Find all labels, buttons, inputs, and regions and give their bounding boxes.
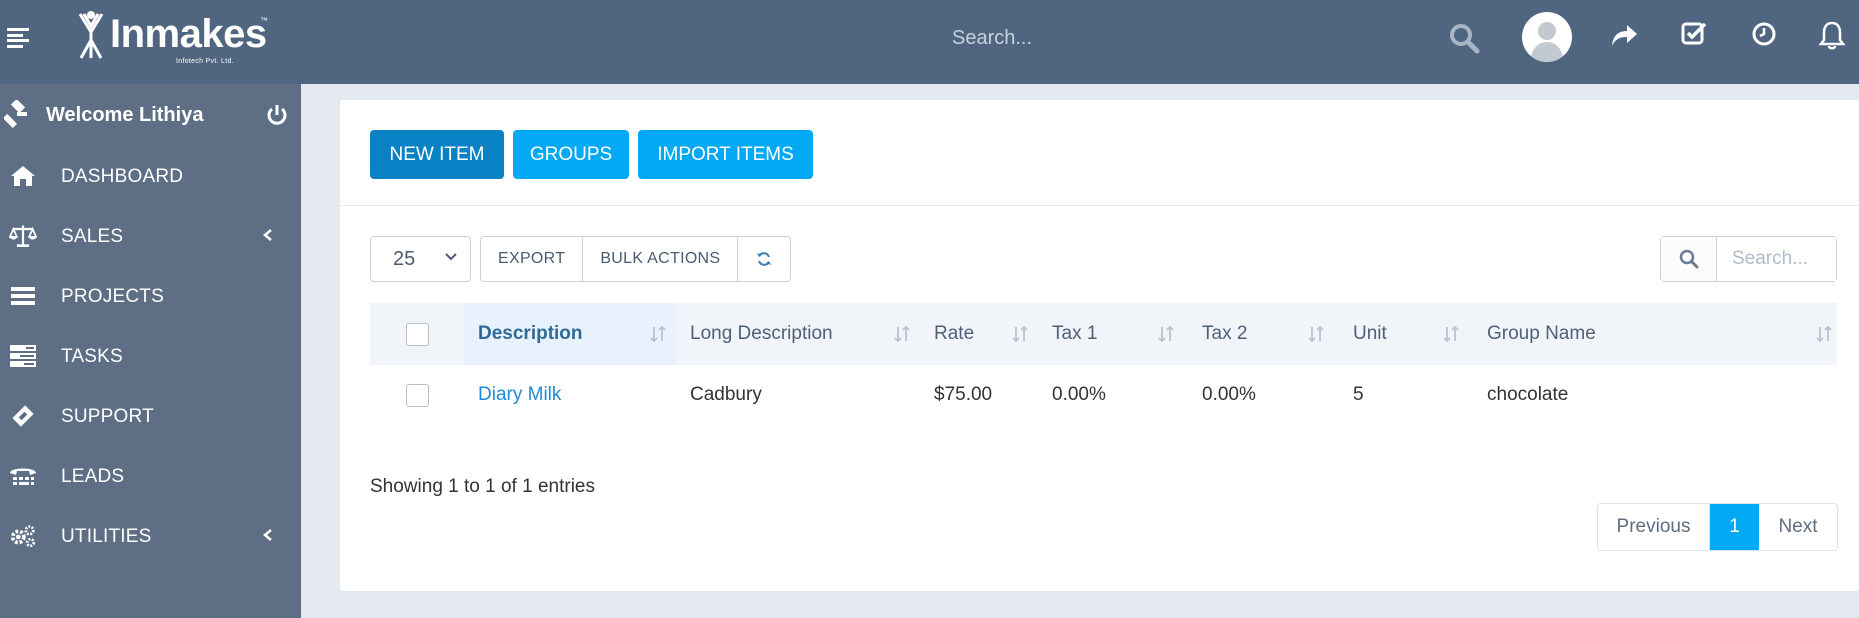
ticket-icon — [9, 404, 37, 428]
column-label: Unit — [1353, 323, 1387, 344]
import-items-button[interactable]: IMPORT ITEMS — [638, 130, 813, 179]
cell-rate: $75.00 — [934, 384, 993, 405]
logo-text: Inmakes — [110, 12, 267, 56]
cell-long-description: Cadbury — [690, 384, 762, 405]
logo[interactable]: Inmakes ™ Infotech Pvt. Ltd. — [76, 8, 276, 68]
column-label: Tax 2 — [1202, 323, 1248, 344]
sort-icon — [1012, 325, 1028, 343]
logo-trademark: ™ — [260, 16, 268, 25]
pagination-previous[interactable]: Previous — [1598, 504, 1710, 550]
sidebar-item-label: LEADS — [61, 466, 125, 487]
sidebar: Welcome Lithiya DASHBOARD SALES PROJECTS… — [0, 84, 301, 618]
sidebar-welcome: Welcome Lithiya — [0, 84, 301, 146]
sidebar-item-leads[interactable]: LEADS — [0, 446, 301, 506]
welcome-text: Welcome Lithiya — [46, 104, 204, 126]
cell-tax-1: 0.00% — [1052, 384, 1106, 405]
table-search-input[interactable] — [1717, 237, 1836, 281]
column-label: Long Description — [690, 323, 833, 344]
sort-icon — [1308, 325, 1324, 343]
sort-icon — [1443, 325, 1459, 343]
sidebar-item-label: PROJECTS — [61, 286, 164, 307]
logo-subtitle: Infotech Pvt. Ltd. — [176, 58, 234, 65]
column-rate[interactable]: Rate — [920, 303, 1038, 365]
menu-icon[interactable] — [7, 28, 29, 48]
groups-button[interactable]: GROUPS — [513, 130, 629, 179]
page-size-value: 25 — [393, 247, 416, 270]
column-tax-1[interactable]: Tax 1 — [1038, 303, 1188, 365]
tty-icon — [9, 464, 37, 488]
sidebar-item-label: SUPPORT — [61, 406, 154, 427]
chevron-down-icon — [445, 253, 457, 261]
column-label: Description — [478, 323, 583, 344]
sort-icon — [1816, 325, 1832, 343]
balance-scale-icon — [9, 224, 37, 248]
avatar[interactable] — [1522, 12, 1572, 62]
sidebar-item-sales[interactable]: SALES — [0, 206, 301, 266]
cell-tax-2: 0.00% — [1202, 384, 1256, 405]
table-row: Diary Milk Cadbury $75.00 0.00% 0.00% 5 … — [370, 365, 1837, 425]
sidebar-item-label: SALES — [61, 226, 124, 247]
tasks-icon — [9, 344, 37, 368]
sidebar-item-projects[interactable]: PROJECTS — [0, 266, 301, 326]
power-icon[interactable] — [266, 104, 288, 131]
chevron-left-icon — [262, 228, 274, 247]
sidebar-item-dashboard[interactable]: DASHBOARD — [0, 146, 301, 206]
checklist-icon[interactable] — [1680, 20, 1708, 48]
table-header: Description Long Description Rate Tax 1 … — [370, 303, 1837, 365]
bulk-actions-button[interactable]: BULK ACTIONS — [583, 237, 739, 281]
page-size-select[interactable]: 25 — [370, 236, 471, 282]
table-actions-group: EXPORT BULK ACTIONS — [480, 236, 792, 282]
cell-unit: 5 — [1353, 384, 1364, 405]
column-label: Tax 1 — [1052, 323, 1098, 344]
refresh-icon — [757, 252, 772, 266]
clock-icon[interactable] — [1750, 20, 1778, 48]
action-buttons: NEW ITEM GROUPS IMPORT ITEMS — [370, 130, 813, 179]
divider — [340, 205, 1859, 206]
sort-icon — [894, 325, 910, 343]
new-item-button[interactable]: NEW ITEM — [370, 130, 504, 179]
pagination-page-1[interactable]: 1 — [1710, 504, 1759, 550]
column-tax-2[interactable]: Tax 2 — [1188, 303, 1339, 365]
row-select-cell — [370, 365, 464, 425]
select-all-checkbox[interactable] — [405, 322, 429, 346]
row-checkbox[interactable] — [405, 383, 429, 407]
cell-group-name: chocolate — [1487, 384, 1569, 405]
column-description[interactable]: Description — [464, 303, 676, 365]
logo-mark-icon — [78, 11, 104, 59]
search-icon[interactable] — [1661, 237, 1717, 281]
column-label: Rate — [934, 323, 975, 344]
sidebar-item-label: DASHBOARD — [61, 166, 184, 187]
column-label: Group Name — [1487, 323, 1596, 344]
column-unit[interactable]: Unit — [1339, 303, 1473, 365]
export-button[interactable]: EXPORT — [481, 237, 584, 281]
home-icon — [9, 164, 37, 188]
cogs-icon — [9, 524, 37, 548]
pagination: Previous 1 Next — [1597, 503, 1838, 551]
user-silhouette-icon — [1530, 22, 1564, 62]
chevron-left-icon — [262, 528, 274, 547]
table-info: Showing 1 to 1 of 1 entries — [370, 476, 595, 497]
bars-icon — [9, 284, 37, 308]
search-icon[interactable] — [1448, 22, 1480, 54]
sort-icon — [650, 325, 666, 343]
sidebar-item-label: TASKS — [61, 346, 123, 367]
sidebar-item-label: UTILITIES — [61, 526, 152, 547]
top-header: Inmakes ™ Infotech Pvt. Ltd. — [0, 0, 1859, 84]
column-long-description[interactable]: Long Description — [676, 303, 920, 365]
header-search-input[interactable] — [952, 24, 1372, 52]
pagination-next[interactable]: Next — [1759, 504, 1837, 550]
sort-icon — [1158, 325, 1174, 343]
sidebar-item-support[interactable]: SUPPORT — [0, 386, 301, 446]
refresh-button[interactable] — [738, 237, 791, 281]
sidebar-item-tasks[interactable]: TASKS — [0, 326, 301, 386]
select-all-cell — [370, 303, 464, 365]
table-search — [1660, 236, 1837, 282]
share-icon[interactable] — [1609, 20, 1639, 50]
gavel-icon — [2, 98, 32, 133]
bell-icon[interactable] — [1818, 20, 1846, 50]
sidebar-item-utilities[interactable]: UTILITIES — [0, 506, 301, 566]
item-description-link[interactable]: Diary Milk — [478, 365, 561, 425]
column-group-name[interactable]: Group Name — [1473, 303, 1832, 365]
items-panel: NEW ITEM GROUPS IMPORT ITEMS 25 EXPORT B… — [340, 100, 1859, 591]
